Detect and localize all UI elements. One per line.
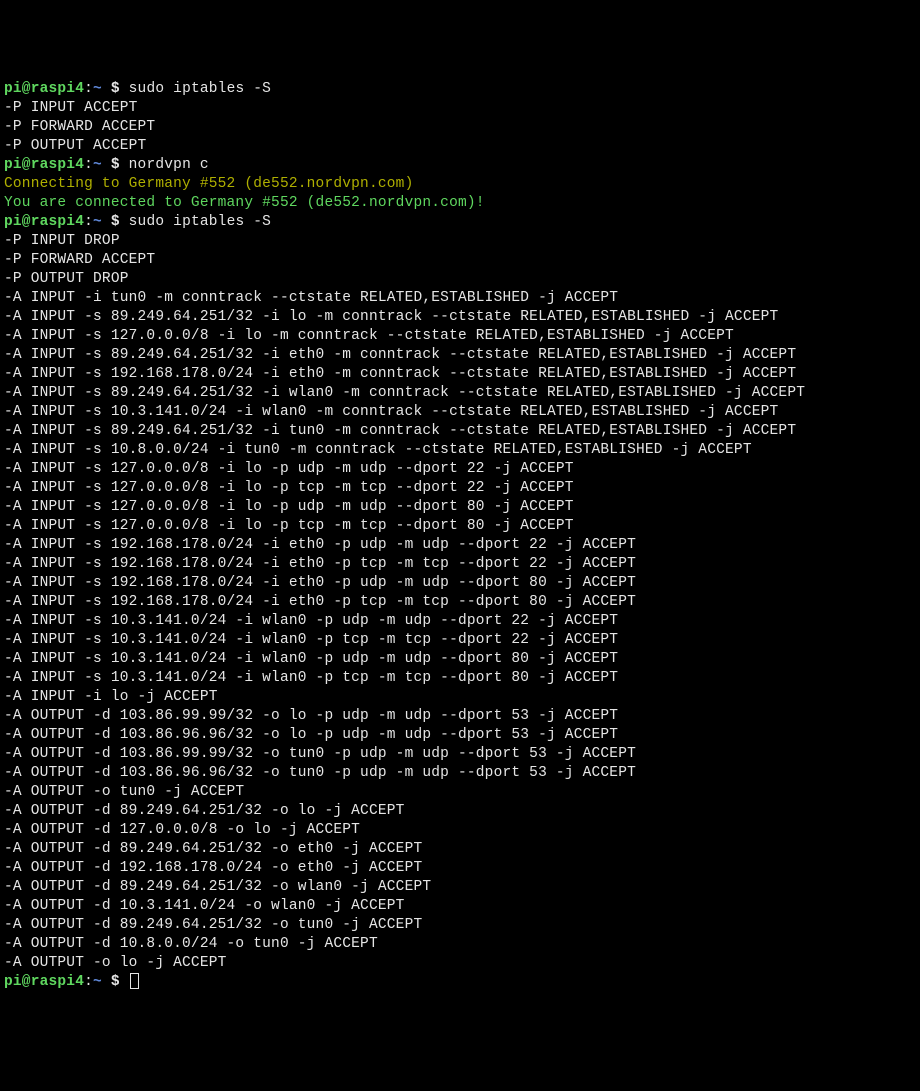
terminal-line: -A INPUT -s 89.249.64.251/32 -i tun0 -m …	[4, 422, 916, 441]
terminal-line: -P FORWARD ACCEPT	[4, 251, 916, 270]
terminal-line: -A OUTPUT -d 10.8.0.0/24 -o tun0 -j ACCE…	[4, 935, 916, 954]
terminal-line: -A INPUT -s 10.3.141.0/24 -i wlan0 -p tc…	[4, 669, 916, 688]
terminal-line: -A INPUT -s 10.3.141.0/24 -i wlan0 -p tc…	[4, 631, 916, 650]
prompt-cwd: ~	[93, 81, 102, 97]
terminal-line: -A INPUT -s 10.8.0.0/24 -i tun0 -m connt…	[4, 441, 916, 460]
prompt-symbol: $	[102, 214, 129, 230]
prompt-cwd: ~	[93, 974, 102, 990]
terminal-line: pi@raspi4:~ $	[4, 973, 916, 992]
terminal-line: -A INPUT -s 10.3.141.0/24 -i wlan0 -p ud…	[4, 650, 916, 669]
prompt-cwd: ~	[93, 157, 102, 173]
prompt-sep: :	[84, 214, 93, 230]
terminal-output[interactable]: pi@raspi4:~ $ sudo iptables -S-P INPUT A…	[4, 80, 916, 992]
terminal-line: -P FORWARD ACCEPT	[4, 118, 916, 137]
terminal-line: -P INPUT ACCEPT	[4, 99, 916, 118]
terminal-line: -A OUTPUT -d 103.86.96.96/32 -o tun0 -p …	[4, 764, 916, 783]
terminal-line: You are connected to Germany #552 (de552…	[4, 194, 916, 213]
terminal-line: -A INPUT -s 192.168.178.0/24 -i eth0 -p …	[4, 536, 916, 555]
terminal-line: -A INPUT -s 192.168.178.0/24 -i eth0 -p …	[4, 574, 916, 593]
terminal-line: -A INPUT -s 127.0.0.0/8 -i lo -m conntra…	[4, 327, 916, 346]
terminal-line: -A OUTPUT -o lo -j ACCEPT	[4, 954, 916, 973]
terminal-line: -A OUTPUT -d 89.249.64.251/32 -o lo -j A…	[4, 802, 916, 821]
terminal-line: -A INPUT -s 192.168.178.0/24 -i eth0 -m …	[4, 365, 916, 384]
terminal-line: -A OUTPUT -o tun0 -j ACCEPT	[4, 783, 916, 802]
terminal-line: -A OUTPUT -d 89.249.64.251/32 -o tun0 -j…	[4, 916, 916, 935]
terminal-line: -A INPUT -s 10.3.141.0/24 -i wlan0 -m co…	[4, 403, 916, 422]
terminal-line: -A INPUT -s 192.168.178.0/24 -i eth0 -p …	[4, 593, 916, 612]
prompt-symbol: $	[102, 81, 129, 97]
terminal-line: -A INPUT -s 89.249.64.251/32 -i eth0 -m …	[4, 346, 916, 365]
prompt-user-host: pi@raspi4	[4, 214, 84, 230]
terminal-line: pi@raspi4:~ $ nordvpn c	[4, 156, 916, 175]
terminal-line: Connecting to Germany #552 (de552.nordvp…	[4, 175, 916, 194]
prompt-user-host: pi@raspi4	[4, 157, 84, 173]
prompt-sep: :	[84, 157, 93, 173]
terminal-line: -A INPUT -s 89.249.64.251/32 -i wlan0 -m…	[4, 384, 916, 403]
prompt-sep: :	[84, 974, 93, 990]
terminal-line: -A INPUT -s 127.0.0.0/8 -i lo -p tcp -m …	[4, 517, 916, 536]
terminal-line: -A INPUT -s 192.168.178.0/24 -i eth0 -p …	[4, 555, 916, 574]
terminal-line: pi@raspi4:~ $ sudo iptables -S	[4, 80, 916, 99]
terminal-line: -A OUTPUT -d 10.3.141.0/24 -o wlan0 -j A…	[4, 897, 916, 916]
terminal-line: -A OUTPUT -d 103.86.99.99/32 -o tun0 -p …	[4, 745, 916, 764]
terminal-line: -A INPUT -s 127.0.0.0/8 -i lo -p tcp -m …	[4, 479, 916, 498]
terminal-line: -A OUTPUT -d 89.249.64.251/32 -o wlan0 -…	[4, 878, 916, 897]
terminal-line: -A OUTPUT -d 103.86.99.99/32 -o lo -p ud…	[4, 707, 916, 726]
terminal-line: -A INPUT -s 127.0.0.0/8 -i lo -p udp -m …	[4, 498, 916, 517]
terminal-line: -P INPUT DROP	[4, 232, 916, 251]
terminal-line: pi@raspi4:~ $ sudo iptables -S	[4, 213, 916, 232]
terminal-line: -A OUTPUT -d 127.0.0.0/8 -o lo -j ACCEPT	[4, 821, 916, 840]
prompt-symbol: $	[102, 974, 129, 990]
terminal-line: -A OUTPUT -d 103.86.96.96/32 -o lo -p ud…	[4, 726, 916, 745]
terminal-line: -A INPUT -i tun0 -m conntrack --ctstate …	[4, 289, 916, 308]
command-text: sudo iptables -S	[129, 81, 271, 97]
command-text: nordvpn c	[129, 157, 209, 173]
terminal-line: -A INPUT -s 89.249.64.251/32 -i lo -m co…	[4, 308, 916, 327]
terminal-line: -A OUTPUT -d 89.249.64.251/32 -o eth0 -j…	[4, 840, 916, 859]
terminal-line: -P OUTPUT ACCEPT	[4, 137, 916, 156]
terminal-line: -A INPUT -i lo -j ACCEPT	[4, 688, 916, 707]
prompt-user-host: pi@raspi4	[4, 974, 84, 990]
terminal-line: -A INPUT -s 10.3.141.0/24 -i wlan0 -p ud…	[4, 612, 916, 631]
prompt-sep: :	[84, 81, 93, 97]
prompt-user-host: pi@raspi4	[4, 81, 84, 97]
terminal-line: -P OUTPUT DROP	[4, 270, 916, 289]
prompt-cwd: ~	[93, 214, 102, 230]
cursor	[130, 973, 139, 989]
terminal-line: -A INPUT -s 127.0.0.0/8 -i lo -p udp -m …	[4, 460, 916, 479]
prompt-symbol: $	[102, 157, 129, 173]
terminal-line: -A OUTPUT -d 192.168.178.0/24 -o eth0 -j…	[4, 859, 916, 878]
command-text: sudo iptables -S	[129, 214, 271, 230]
